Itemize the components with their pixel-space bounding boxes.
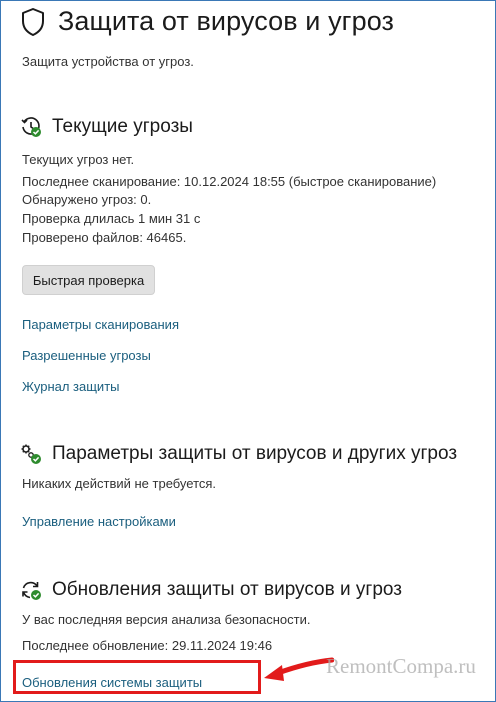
page-title: Защита от вирусов и угроз xyxy=(58,6,395,36)
updates-status-text: У вас последняя версия анализа безопасно… xyxy=(22,612,311,627)
refresh-check-icon xyxy=(22,581,41,600)
updates-header: Обновления защиты от вирусов и угроз xyxy=(20,579,402,601)
threats-found-text: Обнаружено угроз: 0. xyxy=(22,192,152,207)
scan-duration-text: Проверка длилась 1 мин 31 с xyxy=(22,211,201,226)
quick-scan-button[interactable]: Быстрая проверка xyxy=(22,265,155,295)
current-threats-title: Текущие угрозы xyxy=(52,116,193,137)
protection-settings-title: Параметры защиты от вирусов и других угр… xyxy=(52,443,458,464)
current-threats-header: Текущие угрозы xyxy=(20,116,193,138)
scan-options-link[interactable]: Параметры сканирования xyxy=(22,317,179,332)
gears-check-icon xyxy=(21,444,41,464)
watermark: RemontCompa.ru xyxy=(326,654,476,678)
manage-settings-link[interactable]: Управление настройками xyxy=(22,514,176,529)
protection-settings-status: Никаких действий не требуется. xyxy=(22,476,217,491)
last-update-text: Последнее обновление: 29.11.2024 19:46 xyxy=(22,638,273,653)
allowed-threats-link[interactable]: Разрешенные угрозы xyxy=(22,348,151,363)
protection-settings-header: Параметры защиты от вирусов и других угр… xyxy=(20,443,457,465)
updates-title: Обновления защиты от вирусов и угроз xyxy=(52,579,402,600)
protection-history-link[interactable]: Журнал защиты xyxy=(22,379,120,394)
threats-status-text: Текущих угроз нет. xyxy=(22,152,135,167)
shield-icon xyxy=(22,7,44,36)
page-header: Защита от вирусов и угроз xyxy=(20,6,394,37)
page-subtitle: Защита устройства от угроз. xyxy=(22,54,194,69)
red-arrow-icon xyxy=(264,657,334,681)
last-scan-text: Последнее сканирование: 10.12.2024 18:55… xyxy=(22,174,437,189)
files-scanned-text: Проверено файлов: 46465. xyxy=(22,230,187,245)
red-highlight-box xyxy=(13,660,261,694)
clock-check-icon xyxy=(21,117,41,137)
